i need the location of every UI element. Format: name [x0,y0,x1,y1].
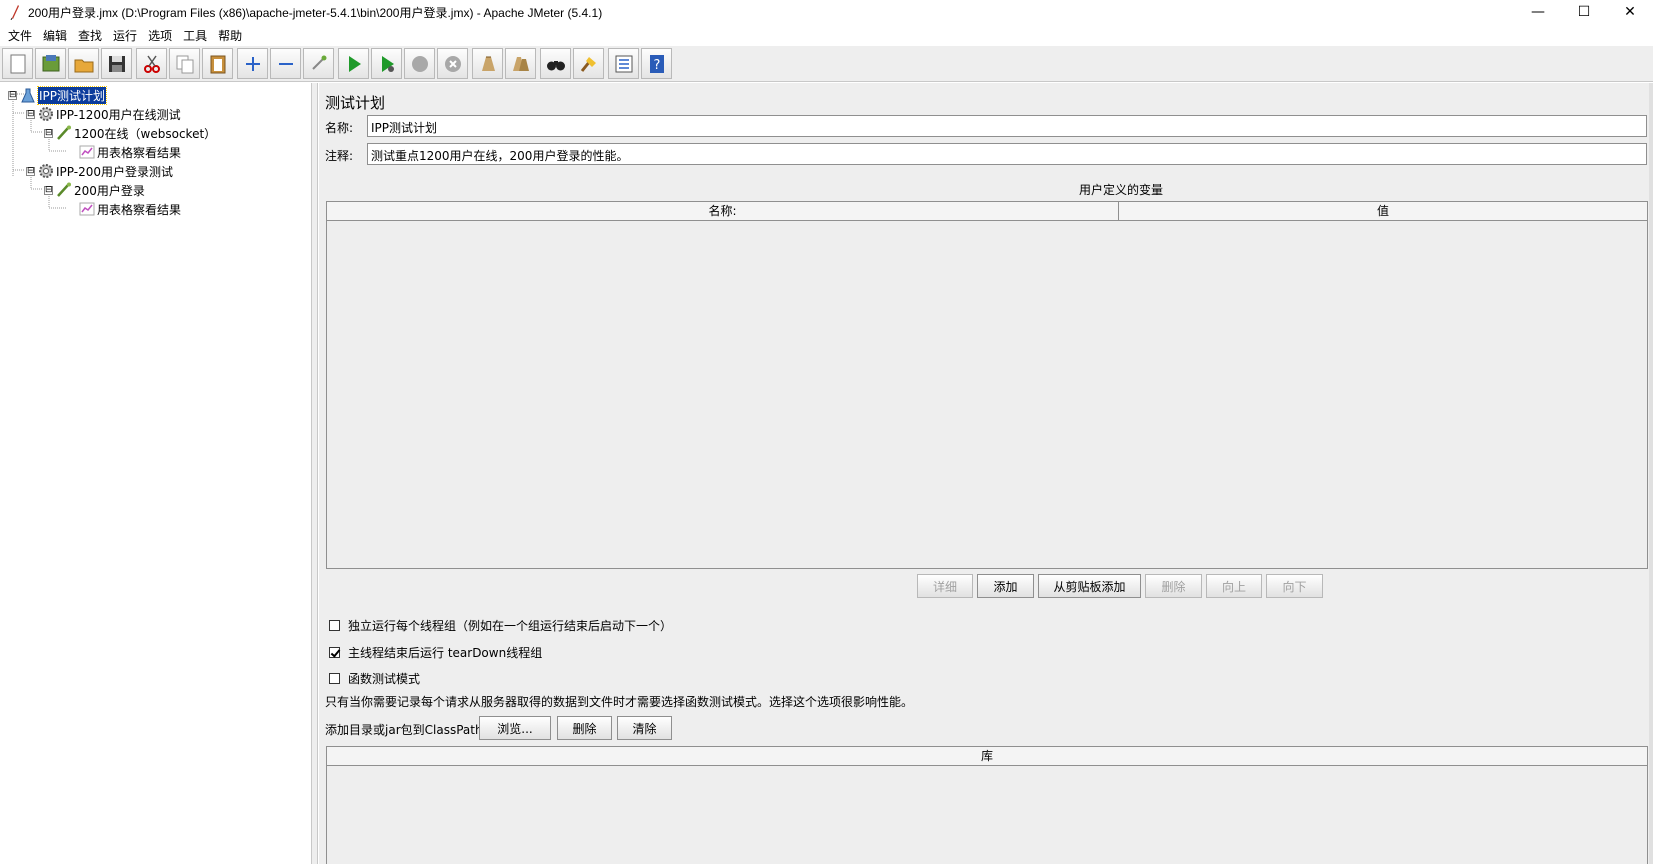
library-table-header: 库 [327,747,1647,766]
new-file-icon[interactable] [2,48,33,79]
function-helper-icon[interactable] [608,48,639,79]
classpath-label: 添加目录或jar包到ClassPath [325,723,483,737]
teardown-on-shutdown-option[interactable]: 主线程结束后运行 tearDown线程组 [329,644,542,661]
sampler-pen-icon [56,125,72,141]
menu-options[interactable]: 选项 [144,27,179,44]
tree-node-sampler[interactable]: ⊟ 200用户登录 [44,181,145,199]
comment-field[interactable]: 测试重点1200用户在线，200用户登录的性能。 [367,143,1647,165]
menu-run[interactable]: 运行 [109,27,144,44]
column-header-value[interactable]: 值 [1119,202,1647,220]
user-vars-table-header: 名称: 值 [327,202,1647,221]
functional-mode-note: 只有当你需要记录每个请求从服务器取得的数据到文件时才需要选择函数测试模式。选择这… [325,695,914,709]
column-header-library[interactable]: 库 [327,747,1647,765]
classpath-clear-button[interactable]: 清除 [617,716,672,740]
classpath-delete-button[interactable]: 删除 [557,716,612,740]
tree-node-test-plan[interactable]: ⊟ IPP测试计划 [8,85,108,105]
menu-search[interactable]: 查找 [74,27,109,44]
checkbox-label: 独立运行每个线程组（例如在一个组运行结束后启动下一个） [348,619,673,633]
serialize-thread-groups-checkbox[interactable] [329,620,340,631]
start-icon[interactable] [338,48,369,79]
menu-tools[interactable]: 工具 [179,27,214,44]
thread-group-gear-icon [38,106,54,122]
maximize-button[interactable]: ☐ [1561,0,1607,24]
user-vars-title: 用户定义的变量 [1079,183,1164,197]
save-icon[interactable] [101,48,132,79]
tree-collapse-toggle[interactable]: ⊟ [44,185,53,195]
functional-mode-option[interactable]: 函数测试模式 [329,670,420,687]
svg-text:?: ? [653,58,660,73]
name-label: 名称: [325,121,354,135]
sampler-pen-icon [56,182,72,198]
column-header-name[interactable]: 名称: [327,202,1119,220]
expand-icon[interactable] [237,48,268,79]
reset-search-icon[interactable] [573,48,604,79]
menu-file[interactable]: 文件 [4,27,39,44]
serialize-thread-groups-option[interactable]: 独立运行每个线程组（例如在一个组运行结束后启动下一个） [329,617,672,634]
tree-node-sampler[interactable]: ⊟ 1200在线（websocket） [44,124,216,142]
delete-button[interactable]: 删除 [1145,574,1202,598]
tree-node-listener[interactable]: 用表格察看结果 [79,200,181,218]
tree-collapse-toggle[interactable]: ⊟ [8,90,17,100]
user-vars-table[interactable]: 名称: 值 [326,201,1648,569]
test-plan-icon [20,87,36,103]
move-up-button[interactable]: 向上 [1206,574,1262,598]
minimize-button[interactable]: — [1515,0,1561,24]
add-button[interactable]: 添加 [977,574,1034,598]
detail-button[interactable]: 详细 [917,574,973,598]
tree-node-label: 用表格察看结果 [97,145,182,160]
menu-edit[interactable]: 编辑 [39,27,74,44]
collapse-icon[interactable] [270,48,301,79]
classpath-library-table[interactable]: 库 [326,746,1648,864]
name-field[interactable]: IPP测试计划 [367,115,1647,137]
tree-node-thread-group[interactable]: ⊟ IPP-200用户登录测试 [26,162,173,180]
browse-button[interactable]: 浏览... [479,716,551,740]
panel-scroll-edge[interactable] [1649,83,1653,864]
tree-node-label: IPP-1200用户在线测试 [56,107,181,122]
teardown-on-shutdown-checkbox[interactable] [329,647,340,658]
cut-icon[interactable] [136,48,167,79]
clear-icon[interactable] [472,48,503,79]
templates-icon[interactable] [35,48,66,79]
move-down-button[interactable]: 向下 [1266,574,1323,598]
functional-mode-checkbox[interactable] [329,673,340,684]
shutdown-icon[interactable] [437,48,468,79]
panel-title: 测试计划 [325,94,386,112]
clear-all-icon[interactable] [505,48,536,79]
menu-bar: 文件 编辑 查找 运行 选项 工具 帮助 [0,24,1653,46]
stop-icon[interactable] [404,48,435,79]
start-no-pause-icon[interactable] [371,48,402,79]
tree-node-thread-group[interactable]: ⊟ IPP-1200用户在线测试 [26,105,181,123]
toolbar: ? [0,46,1653,82]
thread-group-gear-icon [38,163,54,179]
tree-collapse-toggle[interactable]: ⊟ [26,109,35,119]
copy-icon[interactable] [169,48,200,79]
comment-label: 注释: [325,149,354,163]
tree-node-listener[interactable]: 用表格察看结果 [79,143,181,161]
listener-chart-icon [79,144,95,160]
tree-node-label: IPP测试计划 [36,85,108,105]
close-button[interactable]: ✕ [1607,0,1653,24]
add-from-clipboard-button[interactable]: 从剪贴板添加 [1038,574,1141,598]
menu-help[interactable]: 帮助 [214,27,249,44]
tree-node-label: 200用户登录 [74,183,145,198]
checkbox-label: 函数测试模式 [348,672,421,686]
tree-node-label: IPP-200用户登录测试 [56,164,173,179]
open-icon[interactable] [68,48,99,79]
tree-node-label: 用表格察看结果 [97,202,182,217]
title-bar: 200用户登录.jmx (D:\Program Files (x86)\apac… [0,0,1653,24]
toggle-icon[interactable] [303,48,334,79]
paste-icon[interactable] [202,48,233,79]
test-plan-panel: 测试计划 名称: IPP测试计划 注释: 测试重点1200用户在线，200用户登… [319,83,1653,864]
pane-splitter[interactable] [312,83,318,864]
tree-collapse-toggle[interactable]: ⊟ [26,166,35,176]
tree-collapse-toggle[interactable]: ⊟ [44,128,53,138]
window-title: 200用户登录.jmx (D:\Program Files (x86)\apac… [28,5,603,20]
jmeter-feather-icon [8,4,22,21]
search-icon[interactable] [540,48,571,79]
tree-node-label: 1200在线（websocket） [74,126,217,141]
checkbox-label: 主线程结束后运行 tearDown线程组 [348,646,543,660]
listener-chart-icon [79,201,95,217]
help-icon[interactable]: ? [641,48,672,79]
test-tree-panel: ⊟ IPP测试计划 ⊟ IPP-1200用户在线测试 ⊟ 1200在线（webs… [0,83,312,864]
